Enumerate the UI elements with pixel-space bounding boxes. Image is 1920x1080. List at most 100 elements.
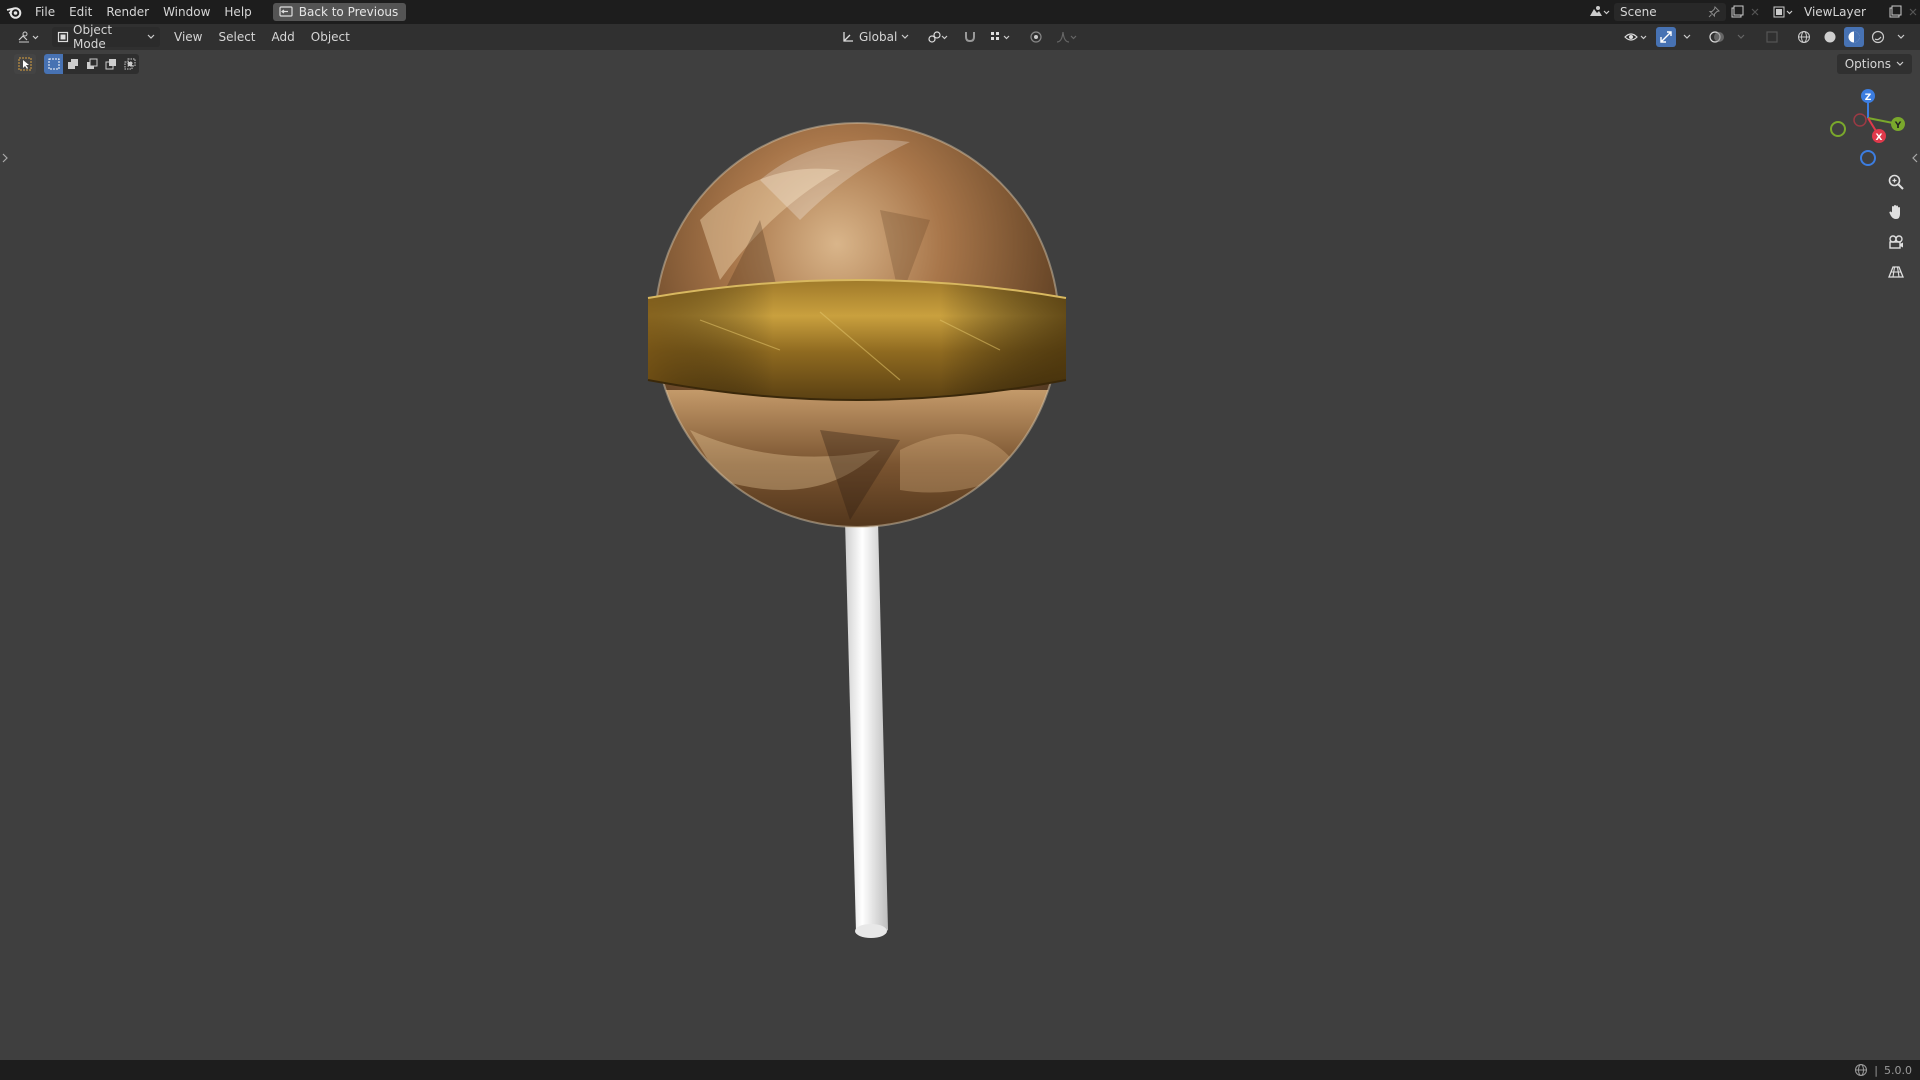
new-view-layer-icon[interactable] (1884, 3, 1906, 21)
transform-tools: Global (836, 24, 1084, 50)
3d-viewport-editor-icon (18, 31, 39, 43)
pin-icon[interactable] (1708, 6, 1720, 18)
view-layer-field[interactable]: ViewLayer (1798, 3, 1884, 21)
snap-toggle[interactable] (958, 27, 982, 47)
menu-edit[interactable]: Edit (62, 0, 99, 24)
lollipop-stick (845, 520, 888, 938)
orthographic-toggle-grid-icon[interactable] (1884, 260, 1908, 284)
object-mode-dropdown[interactable]: Object Mode (52, 23, 160, 51)
3d-viewport[interactable]: Z Y X (0, 50, 1920, 1060)
viewport-display-tools (1618, 24, 1910, 50)
menu-window[interactable]: Window (156, 0, 217, 24)
back-to-previous-button[interactable]: Back to Previous (272, 3, 407, 21)
menu-help[interactable]: Help (217, 0, 258, 24)
viewport-header: Object Mode View Select Add Object Globa… (0, 23, 1920, 51)
rendered-sphere-icon (1871, 30, 1885, 44)
shading-wireframe-button[interactable] (1792, 27, 1816, 47)
visibility-eye-icon (1624, 33, 1647, 41)
select-intersect-mode-button[interactable] (120, 54, 139, 74)
camera-view-icon[interactable] (1884, 230, 1908, 254)
snap-target-dropdown[interactable] (984, 27, 1018, 47)
chevron-down-icon (1896, 61, 1904, 66)
select-subtract-mode-button[interactable] (82, 54, 101, 74)
gizmo-y-label: Y (1894, 121, 1902, 131)
scene-selector-icon[interactable] (1584, 3, 1614, 21)
solid-sphere-icon (1824, 31, 1836, 43)
top-menu-bar: File Edit Render Window Help Back to Pre… (0, 0, 1920, 24)
gizmo-z-label: Z (1865, 93, 1872, 103)
selection-mode-group (44, 54, 139, 74)
select-tool-button[interactable] (14, 54, 36, 74)
select-extend-mode-button[interactable] (63, 54, 82, 74)
delete-scene-icon[interactable] (1748, 3, 1762, 21)
gizmo-arrows-icon (1660, 31, 1672, 43)
magnet-icon (965, 32, 976, 43)
pivot-point-dropdown[interactable] (922, 27, 956, 47)
gizmo-x-label: X (1876, 133, 1883, 143)
shading-dropdown[interactable] (1892, 27, 1910, 47)
delete-view-layer-icon[interactable] (1906, 3, 1920, 21)
top-right-controls: Scene ViewLayer (1584, 0, 1920, 24)
select-new-mode-button[interactable] (44, 54, 63, 74)
status-bar: | 5.0.0 (0, 1060, 1920, 1080)
falloff-curve-icon (1057, 31, 1077, 43)
transform-orientation-label: Global (859, 30, 898, 44)
toolbar-expand-chevron-icon[interactable] (0, 150, 10, 166)
object-mode-label: Object Mode (73, 23, 113, 51)
new-scene-icon[interactable] (1726, 3, 1748, 21)
options-label: Options (1844, 57, 1891, 71)
view-layer-name: ViewLayer (1804, 5, 1866, 19)
gizmo-toggle[interactable] (1656, 27, 1676, 47)
header-menu-object[interactable]: Object (303, 24, 358, 50)
select-invert-mode-button[interactable] (101, 54, 120, 74)
select-extend-icon (67, 59, 78, 69)
menu-render[interactable]: Render (99, 0, 156, 24)
transform-orientation-dropdown[interactable]: Global (836, 27, 914, 47)
editor-type-button[interactable] (12, 27, 46, 47)
tool-settings-row: Options (0, 50, 1920, 78)
wireframe-sphere-icon (1798, 31, 1810, 43)
sidebar-expand-chevron-icon[interactable] (1910, 150, 1920, 166)
chevron-down-icon (1737, 34, 1745, 39)
overlays-toggle[interactable] (1704, 27, 1730, 47)
back-button-label: Back to Previous (298, 5, 399, 19)
xray-icon (1766, 31, 1778, 43)
snap-grid-icon (991, 32, 1010, 40)
chevron-down-icon (1897, 34, 1905, 39)
chevron-down-icon (147, 34, 155, 39)
header-menu-add[interactable]: Add (264, 24, 303, 50)
blender-logo-icon[interactable] (0, 0, 28, 24)
select-invert-icon (105, 59, 116, 70)
pivot-link-icon (928, 31, 948, 43)
back-screen-icon (279, 6, 293, 17)
blender-version: 5.0.0 (1884, 1063, 1912, 1077)
network-globe-icon (1855, 1064, 1868, 1076)
material-sphere-icon (1848, 31, 1860, 43)
object-mode-icon (57, 31, 69, 43)
scene-name: Scene (1620, 5, 1657, 19)
scene-name-field[interactable]: Scene (1614, 3, 1726, 21)
pan-view-hand-icon[interactable] (1884, 200, 1908, 224)
zoom-view-icon[interactable] (1884, 170, 1908, 194)
select-subtract-icon (86, 58, 97, 69)
proportional-falloff-dropdown[interactable] (1050, 27, 1084, 47)
header-menu-select[interactable]: Select (210, 24, 263, 50)
overlays-dropdown[interactable] (1732, 27, 1750, 47)
header-menu-view[interactable]: View (166, 24, 210, 50)
shading-material-button[interactable] (1844, 27, 1864, 47)
overlays-icon (1709, 31, 1724, 43)
chevron-down-icon (901, 34, 909, 39)
object-visibility-dropdown[interactable] (1618, 27, 1654, 47)
options-dropdown[interactable]: Options (1836, 54, 1912, 74)
view-layer-selector-icon[interactable] (1768, 3, 1798, 21)
lollipop-gold-band (647, 279, 1067, 401)
scene-render: Z Y X (647, 89, 1905, 938)
shading-solid-button[interactable] (1818, 27, 1842, 47)
shading-rendered-button[interactable] (1866, 27, 1890, 47)
gizmo-dropdown[interactable] (1678, 27, 1696, 47)
xray-toggle[interactable] (1760, 27, 1784, 47)
status-separator: | (1874, 1063, 1878, 1077)
orientation-axes-icon (843, 32, 853, 42)
proportional-editing-toggle[interactable] (1024, 27, 1048, 47)
menu-file[interactable]: File (28, 0, 62, 24)
